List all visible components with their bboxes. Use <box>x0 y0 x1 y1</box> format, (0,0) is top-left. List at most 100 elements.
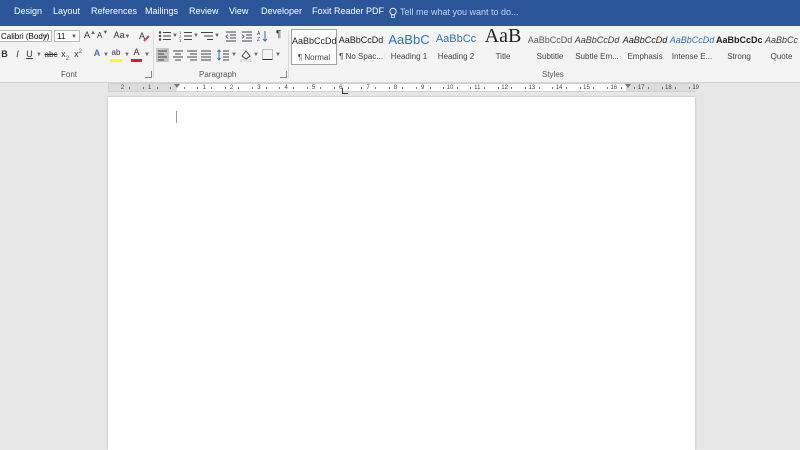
bold-button[interactable]: B <box>0 49 9 59</box>
increase-indent-icon[interactable] <box>241 30 253 42</box>
ruler-tick <box>579 87 581 89</box>
tab-references[interactable]: References <box>91 6 137 16</box>
first-line-indent-marker[interactable] <box>174 84 180 88</box>
clear-formatting-icon[interactable]: A <box>139 30 150 42</box>
font-size-combo[interactable]: 11 ▼ <box>54 30 80 42</box>
style-quote[interactable]: AaBbCc Quote <box>763 29 800 65</box>
font-color-button[interactable]: A <box>131 47 142 62</box>
chevron-down-icon[interactable]: ▼ <box>103 52 109 58</box>
underline-button[interactable]: U <box>25 49 34 59</box>
ruler-right-margin[interactable] <box>626 84 694 91</box>
ruler-tick <box>470 87 472 89</box>
italic-button[interactable]: I <box>14 49 21 59</box>
chevron-down-icon[interactable]: ▼ <box>144 52 150 58</box>
align-center-icon[interactable] <box>172 48 184 62</box>
style-subtle-emphasis[interactable]: AaBbCcDd Subtle Em... <box>574 29 620 65</box>
chevron-down-icon[interactable]: ▼ <box>253 52 259 58</box>
shading-icon[interactable] <box>240 48 252 62</box>
numbering-icon[interactable]: 1 2 3 <box>179 30 193 42</box>
chevron-down-icon: ▼ <box>124 34 131 40</box>
strikethrough-button[interactable]: abc <box>44 50 58 59</box>
chevron-down-icon[interactable]: ▼ <box>36 52 42 58</box>
highlighter-icon: ab <box>111 48 121 57</box>
text-effects-button[interactable]: A <box>91 48 103 58</box>
style-heading-1[interactable]: AaBbC Heading 1 <box>386 29 432 65</box>
text-cursor <box>176 111 177 123</box>
right-indent-marker[interactable] <box>625 84 631 88</box>
sort-icon[interactable]: A Z <box>257 30 269 42</box>
ruler-tick <box>484 87 486 89</box>
left-tab-stop-icon[interactable] <box>342 88 348 94</box>
tell-me-search[interactable]: Tell me what you want to do... <box>400 7 519 17</box>
bullets-icon[interactable] <box>158 30 172 42</box>
tab-developer[interactable]: Developer <box>261 6 302 16</box>
tab-design[interactable]: Design <box>14 6 42 16</box>
style-title[interactable]: AaB Title <box>480 25 526 65</box>
tab-mailings[interactable]: Mailings <box>145 6 178 16</box>
tab-foxit-reader-pdf[interactable]: Foxit Reader PDF <box>312 6 384 16</box>
font-size-value: 11 <box>57 32 66 41</box>
chevron-down-icon[interactable]: ▼ <box>231 52 237 58</box>
ruler-tick <box>333 87 335 89</box>
font-family-combo[interactable]: Calibri (Body) ▼ <box>0 30 52 42</box>
style-preview: AaB <box>484 25 522 47</box>
superscript-button[interactable]: x2 <box>73 49 83 59</box>
ruler-number: 7 <box>366 85 370 91</box>
ruler-tick <box>142 87 144 89</box>
ruler-tick <box>129 87 131 89</box>
ruler-tick <box>525 87 527 89</box>
borders-icon[interactable] <box>262 49 273 60</box>
horizontal-ruler[interactable]: 2 1 1 2 3 4 5 6 7 8 9 10 11 12 13 14 15 16 17 18 19 <box>108 83 699 92</box>
style-emphasis[interactable]: AaBbCcDd Emphasis <box>622 29 668 65</box>
document-page[interactable] <box>108 97 695 450</box>
ruler-number: 1 <box>202 85 206 91</box>
align-left-button[interactable] <box>156 48 169 62</box>
ruler-number: 11 <box>474 85 481 91</box>
style-heading-2[interactable]: AaBbCc Heading 2 <box>433 29 479 65</box>
decrease-indent-icon[interactable] <box>225 30 237 42</box>
style-name: Heading 2 <box>437 52 475 61</box>
tab-view[interactable]: View <box>229 6 248 16</box>
arrow-down-icon: ▼ <box>102 30 109 36</box>
font-dialog-launcher-icon[interactable] <box>145 71 152 78</box>
ruler-tick <box>183 87 185 89</box>
change-case-button[interactable]: Aa▼ <box>113 30 131 40</box>
ruler-tick <box>320 87 322 89</box>
shrink-font-button[interactable]: A▼ <box>97 30 109 40</box>
justify-icon[interactable] <box>200 48 212 62</box>
chevron-down-icon[interactable]: ▼ <box>124 52 130 58</box>
chevron-down-icon[interactable]: ▼ <box>193 33 199 39</box>
ribbon-tab-bar: Design Layout References Mailings Review… <box>0 0 800 26</box>
tab-review[interactable]: Review <box>189 6 219 16</box>
subscript-button[interactable]: x2 <box>60 49 70 62</box>
chevron-down-icon: ▼ <box>43 34 49 40</box>
paragraph-dialog-launcher-icon[interactable] <box>280 71 287 78</box>
ruler-tick <box>279 87 281 89</box>
chevron-down-icon[interactable]: ▼ <box>172 33 178 39</box>
chevron-down-icon[interactable]: ▼ <box>214 33 220 39</box>
ruler-tick <box>606 87 608 89</box>
multilevel-list-icon[interactable] <box>200 30 214 42</box>
style-intense-emphasis[interactable]: AaBbCcDd Intense E... <box>669 29 715 65</box>
ruler-number: 4 <box>284 85 288 91</box>
align-right-icon[interactable] <box>186 48 198 62</box>
style-subtitle[interactable]: AaBbCcDd Subtitle <box>527 29 573 65</box>
style-normal[interactable]: AaBbCcDd ¶ Normal <box>291 29 337 65</box>
ruler-tick <box>224 87 226 89</box>
highlight-button[interactable]: ab <box>110 48 122 62</box>
ruler-tick <box>265 87 267 89</box>
show-formatting-marks-button[interactable]: ¶ <box>274 29 283 40</box>
superscript-2-icon: 2 <box>78 49 82 55</box>
ruler-tick <box>634 87 636 89</box>
tab-layout[interactable]: Layout <box>53 6 80 16</box>
style-strong[interactable]: AaBbCcDc Strong <box>716 29 762 65</box>
chevron-down-icon[interactable]: ▼ <box>275 52 281 58</box>
paragraph-group-label: Paragraph <box>199 70 237 79</box>
grow-font-button[interactable]: A▲ <box>84 30 96 40</box>
style-no-spacing[interactable]: AaBbCcDd ¶ No Spac... <box>338 29 384 65</box>
line-spacing-icon[interactable] <box>217 48 230 62</box>
highlight-color-bar <box>110 59 122 62</box>
ruler-tick <box>552 87 554 89</box>
ruler-tick <box>647 87 649 89</box>
ruler-tick <box>388 87 390 89</box>
